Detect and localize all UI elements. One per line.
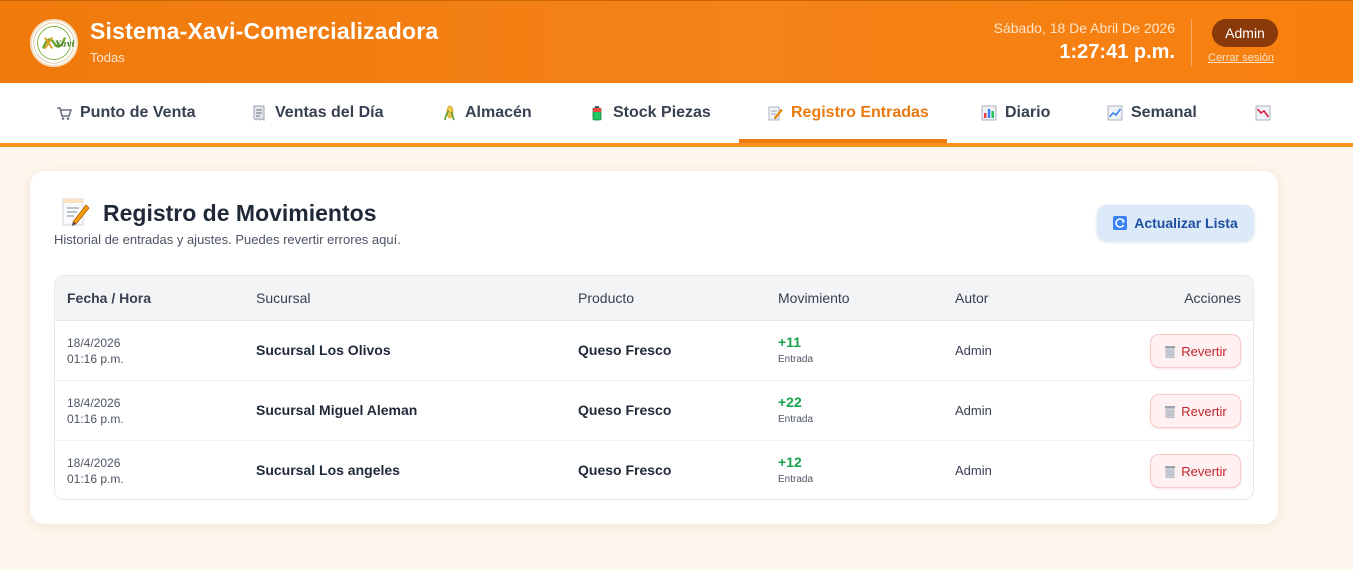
revert-label: Revertir bbox=[1181, 343, 1227, 359]
tab-semanal[interactable]: Semanal bbox=[1107, 83, 1197, 143]
logout-link[interactable]: Cerrar sesión bbox=[1208, 52, 1274, 64]
active-tab-indicator bbox=[739, 139, 947, 143]
memo-icon bbox=[62, 198, 90, 226]
logo-text: Xavi bbox=[54, 39, 75, 49]
tab-label: Stock Piezas bbox=[613, 104, 711, 121]
tab-punto-de-venta[interactable]: Punto de Venta bbox=[56, 83, 196, 143]
refresh-icon bbox=[1113, 216, 1128, 230]
row-date: 18/4/2026 bbox=[67, 396, 121, 410]
row-datetime: 18/4/2026 01:16 p.m. bbox=[67, 395, 124, 427]
table-row: 18/4/2026 01:16 p.m. Sucursal Miguel Ale… bbox=[55, 381, 1253, 441]
app-header: Xavi Sistema-Xavi-Comercializadora Todas… bbox=[0, 0, 1353, 83]
trash-icon bbox=[1165, 345, 1176, 358]
column-header-movement: Movimiento bbox=[778, 290, 850, 306]
revert-label: Revertir bbox=[1181, 403, 1227, 419]
row-date: 18/4/2026 bbox=[67, 456, 121, 470]
bar-chart-icon bbox=[981, 105, 997, 121]
tab-stock-piezas[interactable]: Stock Piezas bbox=[589, 83, 711, 143]
tab-diario[interactable]: Diario bbox=[981, 83, 1050, 143]
table-row: 18/4/2026 01:16 p.m. Sucursal Los Olivos… bbox=[55, 321, 1253, 381]
row-movement-type: Entrada bbox=[778, 414, 814, 425]
row-datetime: 18/4/2026 01:16 p.m. bbox=[67, 335, 124, 367]
revert-button[interactable]: Revertir bbox=[1150, 394, 1241, 428]
column-header-branch: Sucursal bbox=[256, 290, 311, 306]
receipt-icon bbox=[253, 105, 265, 121]
column-header-date: Fecha / Hora bbox=[67, 290, 152, 306]
row-author: Admin bbox=[955, 403, 992, 418]
trend-down-icon bbox=[1255, 105, 1271, 121]
corn-icon bbox=[444, 105, 455, 121]
column-header-actions: Acciones bbox=[1184, 290, 1241, 306]
movements-panel: Registro de Movimientos Historial de ent… bbox=[30, 171, 1278, 524]
tab-ventas-del-dia[interactable]: Ventas del Día bbox=[251, 83, 384, 143]
refresh-list-button[interactable]: Actualizar Lista bbox=[1097, 205, 1254, 241]
header-divider bbox=[1191, 19, 1192, 67]
user-role-badge: Admin bbox=[1212, 19, 1278, 47]
main-nav: Punto de Venta Ventas del Día Almacén St… bbox=[0, 83, 1353, 147]
row-quantity: +12 bbox=[778, 454, 802, 470]
revert-button[interactable]: Revertir bbox=[1150, 334, 1241, 368]
logo-emblem-icon: Xavi bbox=[33, 22, 75, 64]
revert-button[interactable]: Revertir bbox=[1150, 454, 1241, 488]
row-branch: Sucursal Los angeles bbox=[256, 462, 400, 478]
current-time: 1:27:41 p.m. bbox=[1059, 41, 1175, 63]
row-datetime: 18/4/2026 01:16 p.m. bbox=[67, 455, 124, 487]
column-header-product: Producto bbox=[578, 290, 635, 306]
panel-subtitle: Historial de entradas y ajustes. Puedes … bbox=[54, 232, 401, 247]
tab-label: Punto de Venta bbox=[80, 104, 196, 121]
row-time: 01:16 p.m. bbox=[67, 412, 124, 426]
row-movement-type: Entrada bbox=[778, 354, 814, 365]
row-author: Admin bbox=[955, 343, 992, 358]
trend-up-icon bbox=[1107, 105, 1123, 121]
memo-icon bbox=[768, 106, 783, 121]
tab-label: Diario bbox=[1005, 104, 1051, 121]
branch-scope-label: Todas bbox=[90, 50, 125, 65]
revert-label: Revertir bbox=[1181, 463, 1227, 479]
battery-icon bbox=[592, 106, 602, 121]
row-time: 01:16 p.m. bbox=[67, 472, 124, 486]
tab-label: Almacén bbox=[465, 104, 532, 121]
panel-title: Registro de Movimientos bbox=[103, 200, 377, 226]
row-date: 18/4/2026 bbox=[67, 336, 121, 350]
tab-label: Semanal bbox=[1131, 104, 1197, 121]
table-header: Fecha / Hora Sucursal Producto Movimient… bbox=[55, 276, 1253, 321]
table-row: 18/4/2026 01:16 p.m. Sucursal Los angele… bbox=[55, 441, 1253, 499]
tab-almacen[interactable]: Almacén bbox=[441, 83, 532, 143]
trash-icon bbox=[1165, 405, 1176, 418]
movements-table: Fecha / Hora Sucursal Producto Movimient… bbox=[54, 275, 1254, 500]
tab-overflow[interactable] bbox=[1255, 83, 1279, 143]
current-date: Sábado, 18 De Abril De 2026 bbox=[993, 20, 1175, 36]
row-product: Queso Fresco bbox=[578, 402, 672, 418]
tab-registro-entradas[interactable]: Registro Entradas bbox=[767, 83, 929, 143]
row-branch: Sucursal Miguel Aleman bbox=[256, 402, 418, 418]
cart-icon bbox=[57, 107, 72, 120]
app-title: Sistema-Xavi-Comercializadora bbox=[90, 18, 439, 44]
column-header-author: Autor bbox=[955, 290, 989, 306]
row-branch: Sucursal Los Olivos bbox=[256, 342, 391, 358]
trash-icon bbox=[1165, 465, 1176, 478]
row-product: Queso Fresco bbox=[578, 342, 672, 358]
row-movement-type: Entrada bbox=[778, 474, 814, 485]
row-author: Admin bbox=[955, 463, 992, 478]
row-product: Queso Fresco bbox=[578, 462, 672, 478]
tab-label: Registro Entradas bbox=[791, 104, 929, 121]
row-quantity: +11 bbox=[778, 334, 801, 350]
tab-label: Ventas del Día bbox=[275, 104, 384, 121]
app-logo: Xavi bbox=[30, 19, 78, 67]
refresh-list-label: Actualizar Lista bbox=[1134, 215, 1238, 231]
row-time: 01:16 p.m. bbox=[67, 352, 124, 366]
row-quantity: +22 bbox=[778, 394, 802, 410]
